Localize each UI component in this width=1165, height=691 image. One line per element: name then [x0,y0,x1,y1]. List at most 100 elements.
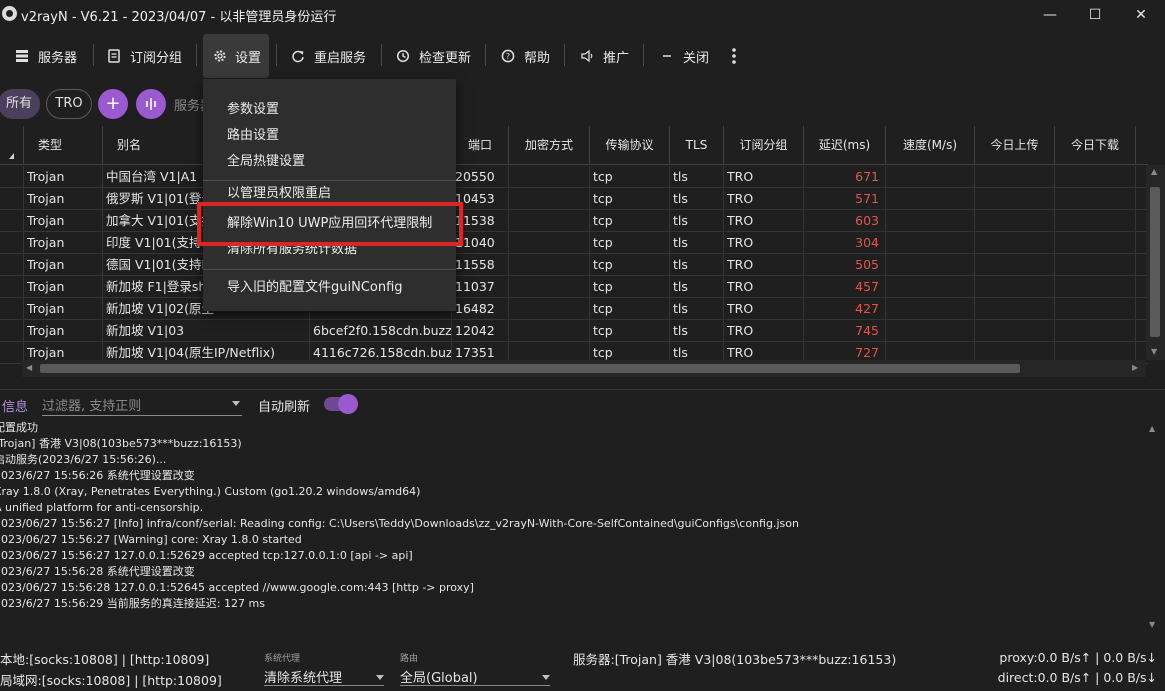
subscription-icon [106,48,122,64]
table-row[interactable]: Trojan 新加坡 V1|02(原生 16482 tcp tls TRO 427 [0,298,1148,320]
system-proxy-value: 清除系统代理 [264,671,343,686]
info-tab[interactable]: 信息 [2,396,28,415]
scroll-up-icon[interactable]: ▲ [1149,424,1155,433]
log-line: Xray 1.8.0 (Xray, Penetrates Everything.… [0,485,421,498]
toolbar-divider [564,44,565,66]
cell-tls: tls [670,166,724,188]
cell-type: Trojan [24,166,103,188]
column-header-encryption[interactable]: 加密方式 [509,126,590,165]
add-group-button[interactable]: + [98,89,128,119]
column-header-speed[interactable]: 速度(M/s) [886,126,975,165]
cell-enc [509,232,590,254]
close-window-button[interactable]: ✕ [1118,0,1164,30]
table-vertical-scrollbar[interactable]: ▲ ▼ [1146,165,1165,360]
table-horizontal-scrollbar[interactable]: ◀ ▶ [22,360,1146,377]
log-line: 2023/06/27 15:56:27 [Warning] core: Xray… [0,533,302,546]
scroll-left-icon[interactable]: ◀ [26,363,32,372]
cell-latency: 671 [804,166,886,188]
cell-latency: 505 [804,254,886,276]
cell-type: Trojan [24,320,103,342]
menu-item-routing-settings[interactable]: 路由设置 [203,123,456,149]
cell-tls: tls [670,320,724,342]
scroll-down-icon[interactable]: ▼ [1149,620,1155,629]
cell-latency: 304 [804,232,886,254]
sort-icon [9,153,14,159]
log-scrollbar[interactable]: ▲ ▼ [1146,420,1162,635]
sort-column-header[interactable] [0,126,24,165]
close-app-button[interactable]: 关闭 [659,34,709,78]
promote-button[interactable]: 推广 [579,34,629,78]
scroll-up-icon[interactable]: ▲ [1151,167,1157,176]
column-header-tls[interactable]: TLS [670,126,724,165]
row-selector-cell[interactable] [0,210,24,232]
cell-alias: 新加坡 V1|03 [103,320,310,342]
group-settings-button[interactable] [136,89,166,119]
menu-item-parameter-settings[interactable]: 参数设置 [203,97,456,123]
menu-item-restart-as-admin[interactable]: 以管理员权限重启 [203,185,456,201]
panel-splitter[interactable] [0,378,1165,390]
row-selector-cell[interactable] [0,298,24,320]
settings-button[interactable]: 设置 [203,34,269,78]
routing-select[interactable]: 路由 全局(Global) [400,646,550,686]
table-row[interactable]: Trojan 加拿大 V1|01(支持 11538 tcp tls TRO 603 [0,210,1148,232]
log-output: 配置成功 [Trojan] 香港 V3|08(103be573***buzz:16… [0,420,1145,620]
subscription-button[interactable]: 订阅分组 [106,34,182,78]
scroll-right-icon[interactable]: ▶ [1132,363,1138,372]
cell-up [975,298,1055,320]
table-row[interactable]: Trojan 德国 V1|01(支持IP 11558 tcp tls TRO 505 [0,254,1148,276]
chip-all[interactable]: 所有 [0,89,40,119]
help-button[interactable]: ? 帮助 [500,34,550,78]
server-icon [14,48,30,64]
group-filter-bar: 所有 TRO + 服务器 [0,82,1165,126]
lan-ports-text: 局域网:[socks:10808] | [http:10809] [0,673,222,688]
menu-item-global-hotkey[interactable]: 全局热键设置 [203,149,456,175]
column-header-type[interactable]: 类型 [24,126,103,165]
column-header-transport[interactable]: 传输协议 [590,126,670,165]
row-selector-cell[interactable] [0,254,24,276]
system-proxy-select[interactable]: 系统代理 清除系统代理 [264,646,384,686]
servers-button[interactable]: 服务器 [14,34,77,78]
log-line: A unified platform for anti-censorship. [0,501,204,514]
table-row[interactable]: Trojan 俄罗斯 V1|01(登录 10453 tcp tls TRO 571 [0,188,1148,210]
column-header-today-up[interactable]: 今日上传 [975,126,1055,165]
column-header-today-down[interactable]: 今日下载 [1055,126,1136,165]
cell-enc [509,254,590,276]
column-header-group[interactable]: 订阅分组 [724,126,804,165]
log-line: [Trojan] 香港 V3|08(103be573***buzz:16153) [0,437,242,450]
row-selector-cell[interactable] [0,232,24,254]
table-header: 类型 别名 地址 端口 加密方式 传输协议 TLS 订阅分组 延迟(ms) 速度… [0,126,1148,165]
scroll-down-icon[interactable]: ▼ [1151,347,1157,356]
cell-port: 20550 [452,166,509,188]
auto-refresh-toggle[interactable] [324,394,358,414]
minimize-button[interactable]: — [1027,0,1073,30]
menu-item-import-guinconfig[interactable]: 导入旧的配置文件guiNConfig [203,275,456,301]
table-row[interactable]: Trojan 中国台湾 V1|A1 20550 tcp tls TRO 671 [0,166,1148,188]
log-filter-input[interactable]: 过滤器, 支持正则 [42,392,242,416]
column-header-latency[interactable]: 延迟(ms) [804,126,886,165]
table-row[interactable]: Trojan 新加坡 V1|03 6bcef2f0.158cdn.buzz 12042… [0,320,1148,342]
cell-speed [886,298,975,320]
cell-latency: 571 [804,188,886,210]
row-selector-cell[interactable] [0,188,24,210]
routing-value: 全局(Global) [400,671,478,686]
cell-up [975,188,1055,210]
column-header-port[interactable]: 端口 [452,126,509,165]
cell-latency: 745 [804,320,886,342]
svg-text:?: ? [506,52,510,61]
chip-tro[interactable]: TRO [46,89,92,119]
more-options-button[interactable] [726,34,750,78]
restart-service-button[interactable]: 重启服务 [290,34,366,78]
settings-menu: 参数设置 路由设置 全局热键设置 以管理员权限重启 解除Win10 UWP应用回… [203,79,456,311]
row-selector-cell[interactable] [0,342,24,364]
table-row[interactable]: Trojan 印度 V1|01(支持 11040 tcp tls TRO 304 [0,232,1148,254]
row-selector-cell[interactable] [0,320,24,342]
cell-net: tcp [590,210,670,232]
table-row[interactable]: Trojan 新加坡 F1|登录shi 11037 tcp tls TRO 457 [0,276,1148,298]
cell-net: tcp [590,188,670,210]
check-update-button[interactable]: 检查更新 [395,34,471,78]
table-vertical-scroll-thumb[interactable] [1150,187,1160,337]
row-selector-cell[interactable] [0,166,24,188]
maximize-button[interactable]: ☐ [1072,0,1118,30]
table-horizontal-scroll-thumb[interactable] [40,364,1020,373]
row-selector-cell[interactable] [0,276,24,298]
